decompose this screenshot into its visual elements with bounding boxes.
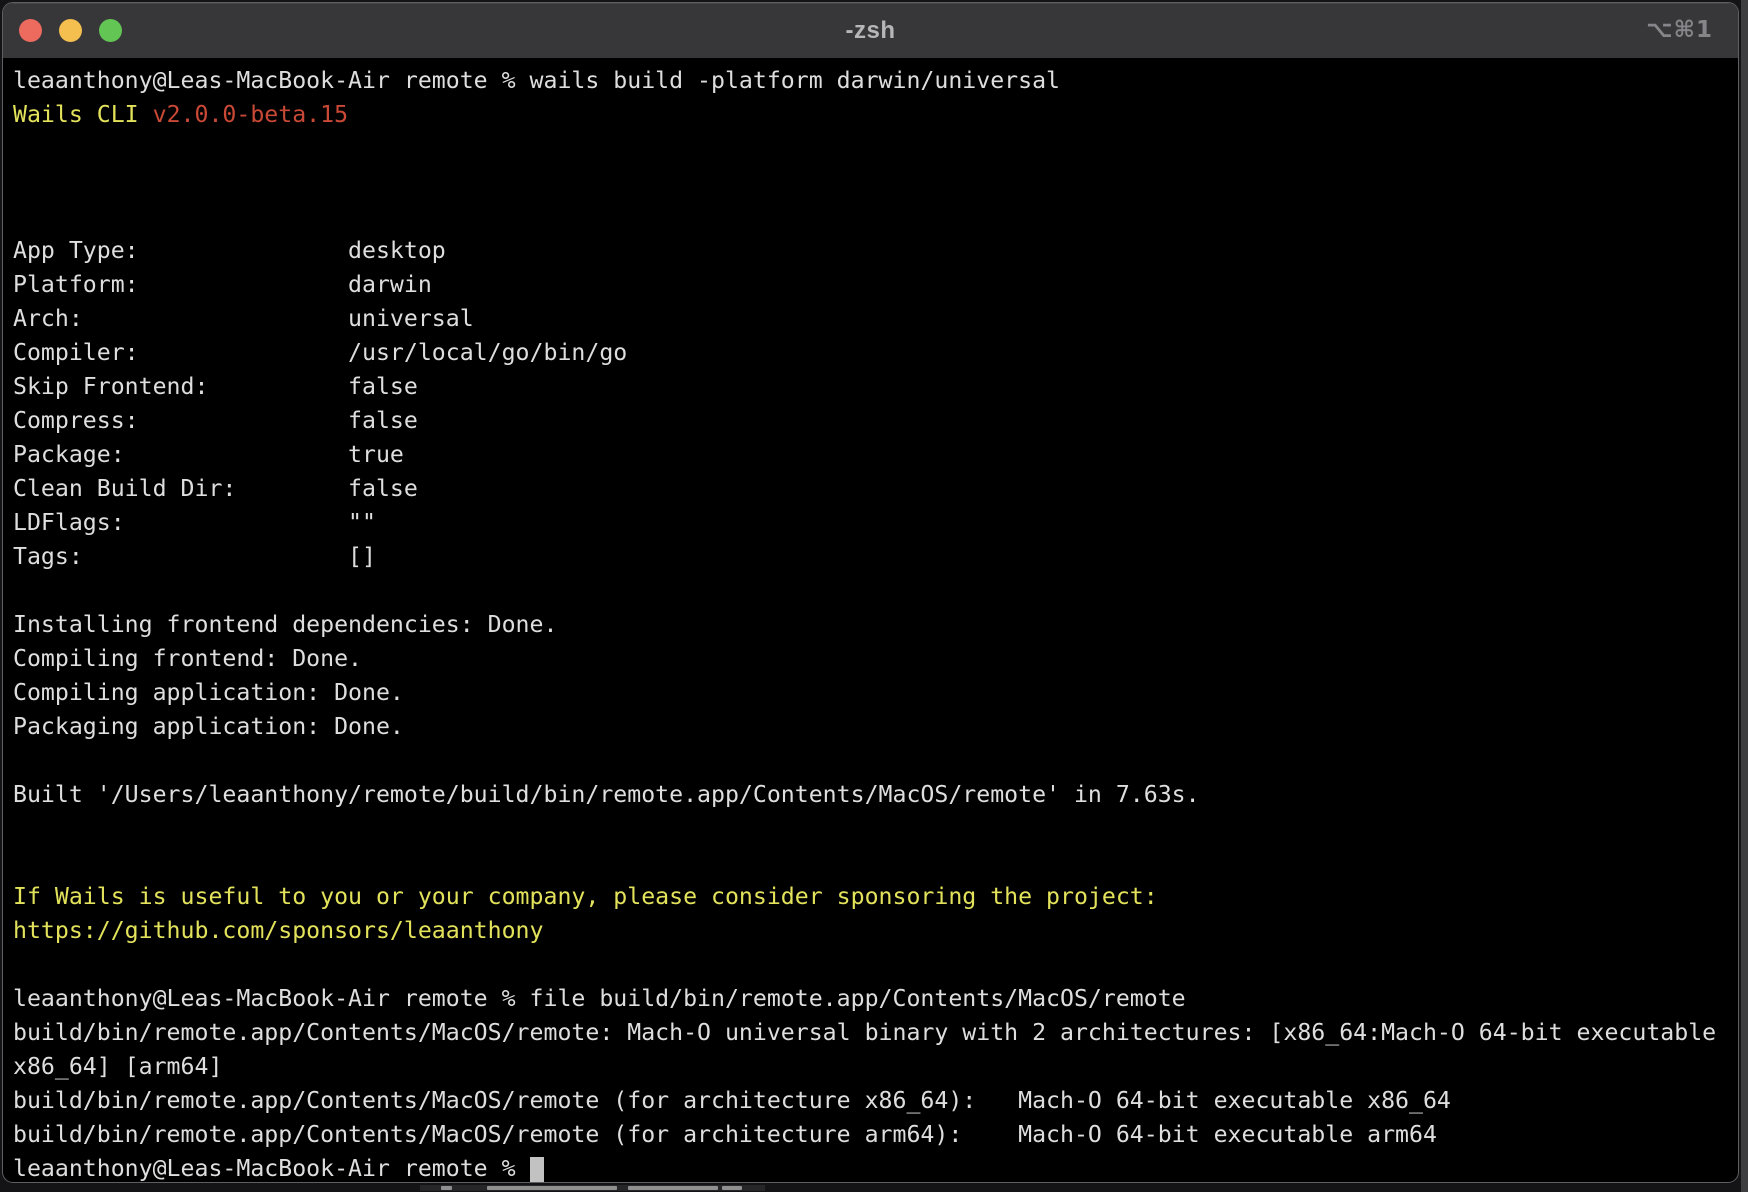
terminal-line: leaanthony@Leas-MacBook-Air remote % fil… bbox=[13, 982, 1738, 1016]
terminal-line: build/bin/remote.app/Contents/MacOS/remo… bbox=[13, 1118, 1738, 1152]
terminal-line: App Type: desktop bbox=[13, 234, 1738, 268]
terminal-line: Skip Frontend: false bbox=[13, 370, 1738, 404]
terminal-line: leaanthony@Leas-MacBook-Air remote % wai… bbox=[13, 64, 1738, 98]
terminal-line bbox=[13, 948, 1738, 982]
terminal-line: LDFlags: "" bbox=[13, 506, 1738, 540]
traffic-lights bbox=[19, 19, 122, 42]
terminal-line bbox=[13, 574, 1738, 608]
terminal-line bbox=[13, 132, 1738, 166]
terminal-line: Clean Build Dir: false bbox=[13, 472, 1738, 506]
terminal-line: x86_64] [arm64] bbox=[13, 1050, 1738, 1084]
terminal-line bbox=[13, 744, 1738, 778]
close-button[interactable] bbox=[19, 19, 42, 42]
terminal-line: Packaging application: Done. bbox=[13, 710, 1738, 744]
terminal-line: Package: true bbox=[13, 438, 1738, 472]
terminal-line: build/bin/remote.app/Contents/MacOS/remo… bbox=[13, 1016, 1738, 1050]
terminal-line: leaanthony@Leas-MacBook-Air remote % bbox=[13, 1152, 1738, 1182]
terminal-line: Compiler: /usr/local/go/bin/go bbox=[13, 336, 1738, 370]
terminal-line: Platform: darwin bbox=[13, 268, 1738, 302]
terminal-line: Compiling frontend: Done. bbox=[13, 642, 1738, 676]
zoom-button[interactable] bbox=[99, 19, 122, 42]
terminal-line: Compiling application: Done. bbox=[13, 676, 1738, 710]
background-window-edge bbox=[1741, 0, 1748, 1192]
minimize-button[interactable] bbox=[59, 19, 82, 42]
terminal-line: Installing frontend dependencies: Done. bbox=[13, 608, 1738, 642]
tab-shortcut-badge: ⌥⌘1 bbox=[1646, 16, 1713, 42]
terminal-line bbox=[13, 200, 1738, 234]
terminal-window: -zsh ⌥⌘1 leaanthony@Leas-MacBook-Air rem… bbox=[2, 2, 1739, 1183]
terminal-line: Tags: [] bbox=[13, 540, 1738, 574]
terminal-line: Arch: universal bbox=[13, 302, 1738, 336]
background-window-sliver bbox=[420, 1185, 765, 1191]
window-title: -zsh bbox=[846, 17, 896, 45]
terminal-line bbox=[13, 812, 1738, 846]
title-bar[interactable]: -zsh ⌥⌘1 bbox=[3, 3, 1738, 58]
terminal-screen[interactable]: leaanthony@Leas-MacBook-Air remote % wai… bbox=[3, 58, 1738, 1182]
terminal-line: Wails CLI v2.0.0-beta.15 bbox=[13, 98, 1738, 132]
terminal-line: Compress: false bbox=[13, 404, 1738, 438]
terminal-line bbox=[13, 166, 1738, 200]
terminal-line: build/bin/remote.app/Contents/MacOS/remo… bbox=[13, 1084, 1738, 1118]
terminal-line: Built '/Users/leaanthony/remote/build/bi… bbox=[13, 778, 1738, 812]
terminal-cursor bbox=[530, 1157, 544, 1182]
terminal-line bbox=[13, 846, 1738, 880]
terminal-line: https://github.com/sponsors/leaanthony bbox=[13, 914, 1738, 948]
terminal-line: If Wails is useful to you or your compan… bbox=[13, 880, 1738, 914]
